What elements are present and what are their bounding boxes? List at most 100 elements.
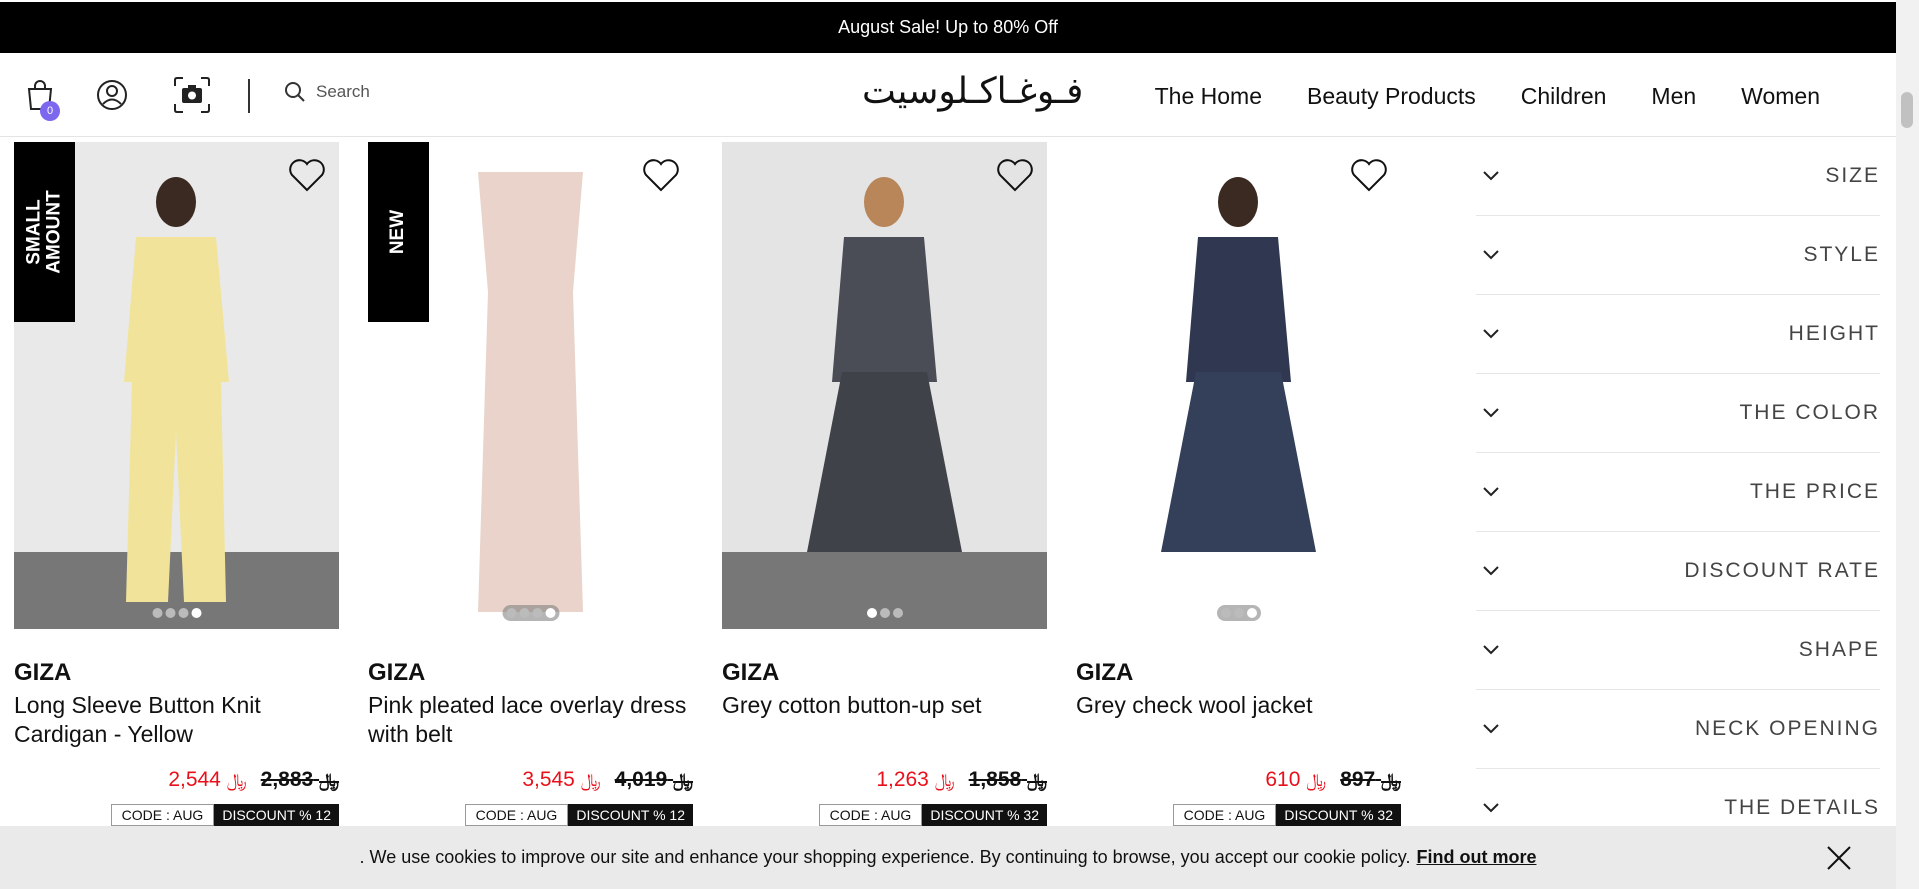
filter-panel: SIZE STYLE HEIGHT THE COLOR THE PRICE DISCOUN… <box>1476 137 1880 848</box>
chevron-down-icon <box>1483 724 1499 734</box>
image-dot[interactable] <box>191 608 201 618</box>
sale-price: ﷼ 2,544 <box>168 768 247 791</box>
filter-label: THE COLOR <box>1739 401 1880 424</box>
nav-men[interactable]: Men <box>1651 83 1696 110</box>
product-brand: GIZA <box>14 659 72 686</box>
site-logo[interactable]: فـوغـاكـلوسيت <box>862 71 1083 112</box>
heart-icon[interactable] <box>1349 156 1389 194</box>
nav-home[interactable]: The Home <box>1155 83 1262 110</box>
discount-badge: DISCOUNT % 32 <box>1276 804 1401 826</box>
product-image[interactable] <box>1076 142 1401 629</box>
image-dot[interactable] <box>866 608 877 618</box>
chevron-down-icon <box>1483 250 1499 260</box>
product-brand: GIZA <box>722 659 780 686</box>
promo-banner[interactable]: August Sale! Up to 80% Off <box>0 2 1896 53</box>
filter-size[interactable]: SIZE <box>1476 137 1880 216</box>
product-prices: ﷼ 1,263 ﷼ 1,858 <box>876 768 1047 792</box>
filter-height[interactable]: HEIGHT <box>1476 295 1880 374</box>
chevron-down-icon <box>1483 171 1499 181</box>
filter-label: THE DETAILS <box>1724 796 1880 819</box>
filter-discount-rate[interactable]: DISCOUNT RATE <box>1476 532 1880 611</box>
chevron-down-icon <box>1483 329 1499 339</box>
image-dot[interactable] <box>178 608 188 618</box>
image-dot[interactable] <box>1220 608 1231 618</box>
original-price: ﷼ 897 <box>1340 768 1401 791</box>
discount-badge: DISCOUNT % 12 <box>568 804 693 826</box>
account-button[interactable] <box>94 75 130 115</box>
cart-button[interactable]: 0 <box>22 75 60 121</box>
product-name[interactable]: Long Sleeve Button Knit Cardigan - Yello… <box>14 691 339 753</box>
search-input[interactable] <box>316 82 496 102</box>
filter-neck-opening[interactable]: NECK OPENING <box>1476 690 1880 769</box>
discount-badge: DISCOUNT % 12 <box>214 804 339 826</box>
filter-label: STYLE <box>1803 243 1880 266</box>
product-image[interactable]: NEW <box>368 142 693 629</box>
image-pagination-dots[interactable] <box>502 605 559 621</box>
scrollbar-thumb[interactable] <box>1901 92 1913 128</box>
close-icon[interactable] <box>1824 843 1854 873</box>
cookie-banner: . We use cookies to improve our site and… <box>0 826 1896 889</box>
page-scrollbar[interactable] <box>1896 0 1919 889</box>
filter-style[interactable]: STYLE <box>1476 216 1880 295</box>
product-name[interactable]: Grey cotton button-up set <box>722 691 1047 753</box>
product-name[interactable]: Grey check wool jacket <box>1076 691 1401 753</box>
sale-price: ﷼ 1,263 <box>876 768 955 791</box>
image-pagination-dots[interactable] <box>148 605 205 621</box>
original-price: ﷼ 4,019 <box>614 768 693 791</box>
site-header: 0 فـوغـاكـلوسيت <box>0 53 1896 137</box>
promo-code-tags: CODE : AUG DISCOUNT % 32 <box>1172 804 1401 826</box>
header-divider <box>248 79 250 113</box>
heart-icon[interactable] <box>641 156 681 194</box>
product-image[interactable]: SMALL AMOUNT <box>14 142 339 629</box>
promo-code: CODE : AUG <box>818 804 923 826</box>
image-dot[interactable] <box>165 608 175 618</box>
product-card[interactable]: SMALL AMOUNT GIZA Long Sleeve Button Kni… <box>14 142 339 826</box>
product-prices: ﷼ 3,545 ﷼ 4,019 <box>522 768 693 792</box>
visual-search-button[interactable] <box>172 75 212 115</box>
product-name[interactable]: Pink pleated lace overlay dress with bel… <box>368 691 693 753</box>
cookie-find-out-more-link[interactable]: Find out more <box>1416 847 1536 868</box>
sale-price: ﷼ 610 <box>1265 768 1327 791</box>
promo-code-tags: CODE : AUG DISCOUNT % 12 <box>464 804 693 826</box>
sale-price: ﷼ 3,545 <box>522 768 601 791</box>
main-nav: The Home Beauty Products Children Men Wo… <box>1155 83 1820 110</box>
image-pagination-dots[interactable] <box>862 605 907 621</box>
image-dot[interactable] <box>152 608 162 618</box>
image-dot[interactable] <box>1246 608 1257 618</box>
product-ribbon: SMALL AMOUNT <box>14 142 75 322</box>
nav-beauty-products[interactable]: Beauty Products <box>1307 83 1476 110</box>
image-pagination-dots[interactable] <box>1216 605 1261 621</box>
image-dot[interactable] <box>532 608 542 618</box>
filter-shape[interactable]: SHAPE <box>1476 611 1880 690</box>
cart-count-badge: 0 <box>40 101 60 121</box>
nav-children[interactable]: Children <box>1521 83 1607 110</box>
chevron-down-icon <box>1483 645 1499 655</box>
filter-the-price[interactable]: THE PRICE <box>1476 453 1880 532</box>
product-photo <box>1076 142 1401 629</box>
search-icon <box>285 82 305 102</box>
chevron-down-icon <box>1483 566 1499 576</box>
product-brand: GIZA <box>1076 659 1134 686</box>
promo-code: CODE : AUG <box>1172 804 1277 826</box>
product-card[interactable]: NEW GIZA Pink pleated lace overlay dress… <box>368 142 693 826</box>
filter-label: SHAPE <box>1798 638 1880 661</box>
image-dot[interactable] <box>545 608 555 618</box>
product-prices: ﷼ 610 ﷼ 897 <box>1265 768 1401 792</box>
image-dot[interactable] <box>519 608 529 618</box>
image-dot[interactable] <box>1233 608 1244 618</box>
image-dot[interactable] <box>506 608 516 618</box>
heart-icon[interactable] <box>995 156 1035 194</box>
cookie-text: . We use cookies to improve our site and… <box>359 847 1411 867</box>
product-card[interactable]: GIZA Grey cotton button-up set ﷼ 1,263 ﷼… <box>722 142 1047 826</box>
search-box[interactable] <box>284 81 496 103</box>
image-dot[interactable] <box>892 608 903 618</box>
filter-the-color[interactable]: THE COLOR <box>1476 374 1880 453</box>
nav-women[interactable]: Women <box>1741 83 1820 110</box>
product-card[interactable]: GIZA Grey check wool jacket ﷼ 610 ﷼ 897 … <box>1076 142 1401 826</box>
heart-icon[interactable] <box>287 156 327 194</box>
product-image[interactable] <box>722 142 1047 629</box>
promo-text: August Sale! Up to 80% Off <box>838 17 1058 37</box>
filter-label: DISCOUNT RATE <box>1684 559 1880 582</box>
product-prices: ﷼ 2,544 ﷼ 2,883 <box>168 768 339 792</box>
image-dot[interactable] <box>879 608 890 618</box>
